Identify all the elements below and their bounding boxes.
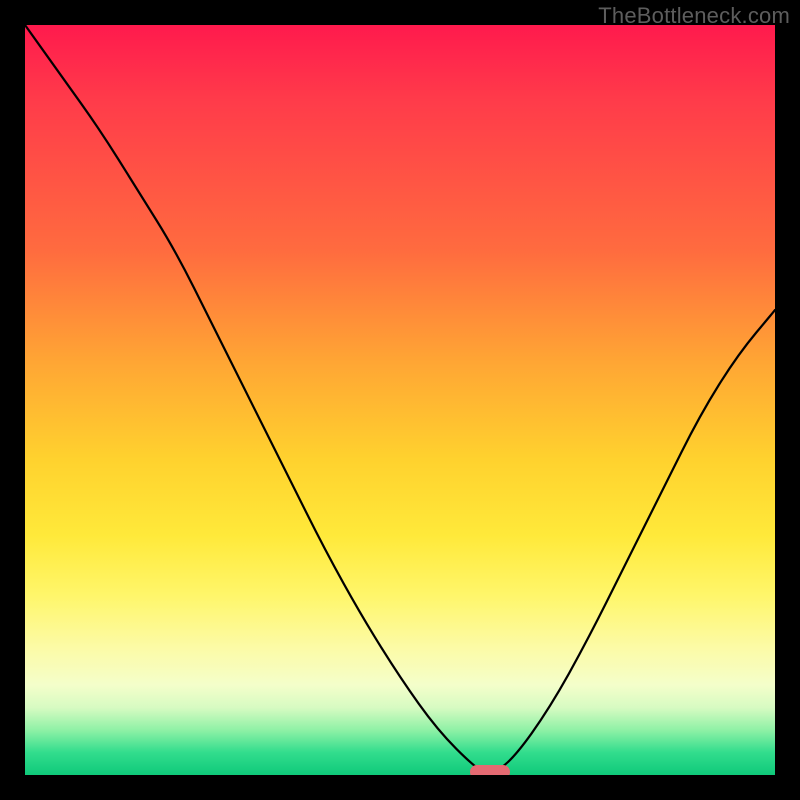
bottleneck-curve	[25, 25, 775, 775]
chart-frame: TheBottleneck.com	[0, 0, 800, 800]
optimal-marker	[470, 765, 510, 775]
watermark-text: TheBottleneck.com	[598, 3, 790, 29]
plot-area	[25, 25, 775, 775]
